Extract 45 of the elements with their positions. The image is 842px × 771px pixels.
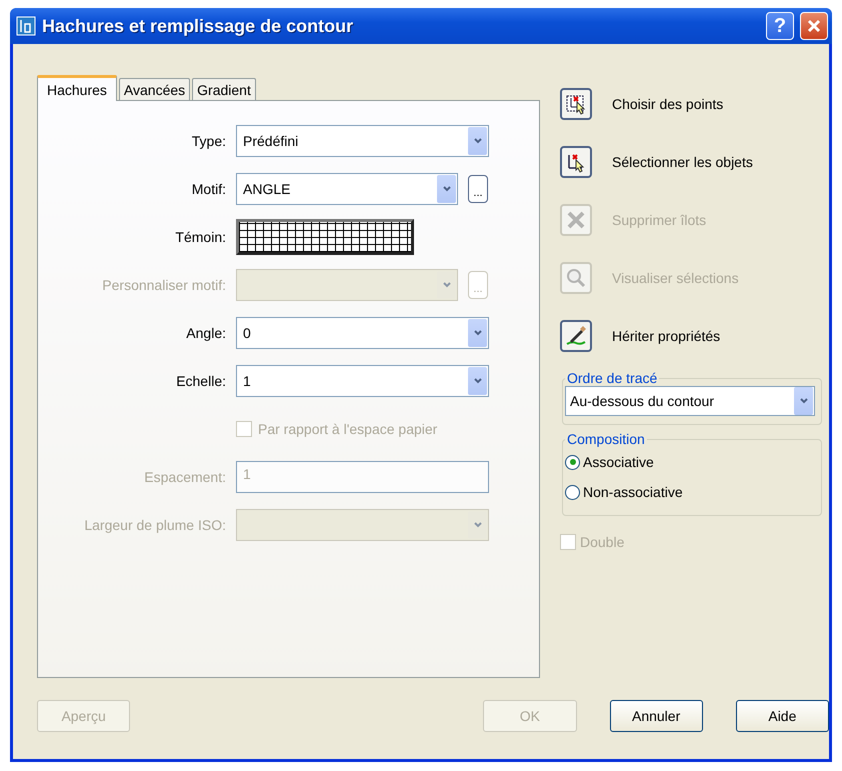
action-label: Sélectionner les objets	[612, 154, 753, 170]
tool-button[interactable]	[560, 146, 592, 178]
dropdown[interactable]: Au-dessous du contour	[565, 386, 815, 416]
radio-label: Associative	[583, 454, 654, 470]
dropdown[interactable]: Prédéfini	[236, 125, 489, 157]
tool-button[interactable]	[560, 320, 592, 352]
action-label: Visualiser sélections	[612, 270, 739, 286]
radio-button[interactable]	[565, 454, 580, 470]
close-icon	[807, 19, 821, 33]
tab[interactable]: Hachures	[37, 75, 117, 101]
browse-button[interactable]: ...	[468, 175, 488, 203]
field-label: Type:	[190, 133, 227, 149]
field-label: Echelle:	[175, 373, 227, 389]
field-label: Motif:	[190, 181, 227, 197]
tab[interactable]: Gradient	[192, 78, 256, 100]
chevron-icon	[437, 175, 456, 203]
tool-button[interactable]	[560, 88, 592, 120]
chevron-icon	[468, 319, 487, 347]
app-icon	[16, 16, 36, 36]
action-label: Supprimer îlots	[612, 212, 706, 228]
close-button[interactable]	[800, 12, 828, 40]
hatch-preview[interactable]	[236, 219, 414, 255]
chevron-icon	[794, 387, 813, 415]
tab[interactable]: Avancées	[118, 78, 190, 100]
dialog-button[interactable]: Aide	[736, 700, 829, 732]
action-label: Choisir des points	[612, 96, 724, 112]
help-button[interactable]: ?	[766, 12, 794, 40]
field-label: Témoin:	[174, 229, 227, 245]
chevron-icon	[468, 127, 487, 155]
dropdown[interactable]: 0	[236, 317, 489, 349]
group-title: Ordre de tracé	[566, 370, 658, 386]
field-label: Espacement:	[143, 469, 227, 485]
radio-label: Non-associative	[583, 484, 683, 500]
dialog-button[interactable]: Annuler	[610, 700, 703, 732]
action-label: Hériter propriétés	[612, 328, 720, 344]
window-title: Hachures et remplissage de contour	[42, 16, 354, 36]
dropdown[interactable]: ANGLE	[236, 173, 458, 205]
dropdown[interactable]: 1	[236, 365, 489, 397]
field-label: Angle:	[185, 325, 227, 341]
brush-icon	[564, 324, 588, 348]
radio-button[interactable]	[565, 484, 580, 500]
field-label: Largeur de plume ISO:	[83, 517, 227, 533]
chevron-icon	[468, 367, 487, 395]
group-title: Composition	[566, 431, 646, 447]
field-label: Personnaliser motif:	[101, 277, 227, 293]
